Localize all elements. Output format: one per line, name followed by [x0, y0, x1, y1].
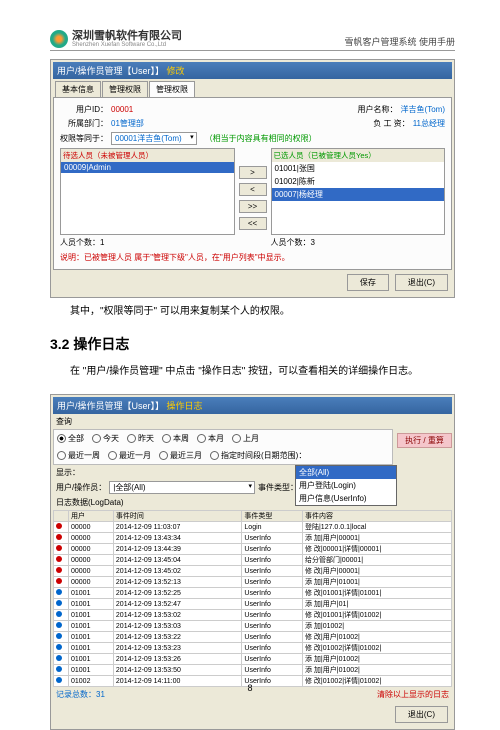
radio-lmonth[interactable]: 最近一月	[108, 450, 151, 461]
table-row[interactable]: 000002014-12-09 11:03:07Login登陆|127.0.0.…	[54, 522, 452, 533]
count-right: 人员个数：3	[271, 237, 446, 248]
radio-lastmonth[interactable]: 上月	[232, 433, 259, 444]
radio-month[interactable]: 本月	[197, 433, 224, 444]
search-label: 查询	[53, 414, 452, 429]
perm-hint: （相当于内容具有相同的权限）	[205, 133, 317, 144]
doc-title: 雪帆客户管理系统 使用手册	[344, 35, 455, 48]
perm-combo[interactable]: 00001洋吉鱼(Tom)	[111, 132, 197, 145]
paragraph-1: 其中，"权限等同于" 可以用来复制某个人的权限。	[50, 304, 455, 320]
paragraph-2: 在 "用户/操作员管理" 中点击 "操作日志" 按钮，可以查看相关的详细操作日志…	[50, 364, 455, 380]
radio-today[interactable]: 今天	[92, 433, 119, 444]
filter-panel: 全部 今天 昨天 本周 本月 上月 最近一周 最近一月 最近三月 指定时间段(日…	[53, 429, 393, 465]
table-row[interactable]: 000002014-12-09 13:52:13UserInfo添 加|用户|0…	[54, 577, 452, 588]
note-text: 说明：已被管理人员 属于"管理下级"人员，在"用户列表"中显示。	[60, 252, 445, 263]
table-row[interactable]: 010012014-12-09 13:53:02UserInfo修 改|0100…	[54, 610, 452, 621]
window-title-2: 用户/操作员管理【User】】 操作日志	[53, 397, 452, 414]
company-name-cn: 深圳雪帆软件有限公司	[72, 31, 182, 42]
user-combo[interactable]: |全部(All)	[109, 481, 255, 494]
section-title: 3.2 操作日志	[50, 334, 455, 354]
execute-button[interactable]: 执行 / 重算	[397, 433, 452, 448]
radio-yesterday[interactable]: 昨天	[127, 433, 154, 444]
move-right-button[interactable]: >	[239, 166, 267, 179]
log-table: 用户 事件时间 事件类型 事件内容 000002014-12-09 11:03:…	[53, 510, 452, 687]
save-button[interactable]: 保存	[347, 274, 389, 291]
label-user: 用户/操作员：	[56, 482, 106, 493]
label-job: 负 工 资：	[362, 118, 410, 129]
close-button[interactable]: 退出(C)	[395, 274, 448, 291]
logo-icon	[50, 30, 68, 48]
value-job: 11总经理	[413, 118, 445, 129]
move-all-left-button[interactable]: <<	[239, 217, 267, 230]
table-row[interactable]: 010012014-12-09 13:53:22UserInfo修 改|用户|0…	[54, 632, 452, 643]
label-dept: 所属部门：	[60, 118, 108, 129]
tab-basic[interactable]: 基本信息	[55, 81, 101, 97]
table-row[interactable]: 000002014-12-09 13:43:34UserInfo添 加|用户|0…	[54, 533, 452, 544]
table-row[interactable]: 000002014-12-09 13:44:39UserInfo修 改|0000…	[54, 544, 452, 555]
dropdown-item[interactable]: 全部(All)	[296, 466, 396, 479]
value-userid: 00001	[111, 105, 133, 114]
count-left: 人员个数：1	[60, 237, 235, 248]
table-row[interactable]: 010012014-12-09 13:53:23UserInfo修 改|0100…	[54, 643, 452, 654]
table-row[interactable]: 000002014-12-09 13:45:04UserInfo给分管部门|00…	[54, 555, 452, 566]
close-button-2[interactable]: 退出(C)	[395, 706, 448, 723]
col-time: 事件时间	[113, 511, 242, 522]
page-number: 8	[0, 683, 500, 693]
label-perm: 权限等同于：	[60, 133, 108, 144]
move-left-button[interactable]: <	[239, 183, 267, 196]
table-row[interactable]: 010012014-12-09 13:53:50UserInfo添 加|用户|0…	[54, 665, 452, 676]
dropdown-item[interactable]: 用户信息(UserInfo)	[296, 492, 396, 505]
col-type: 事件类型	[242, 511, 303, 522]
value-dept: 01管理部	[111, 118, 144, 129]
radio-lweek[interactable]: 最近一周	[57, 450, 100, 461]
table-row[interactable]: 010012014-12-09 13:53:03UserInfo添 加|0100…	[54, 621, 452, 632]
tab-perm2[interactable]: 管理权限	[149, 81, 195, 97]
list-item[interactable]: 01002|陈新	[272, 175, 445, 188]
tab-perm1[interactable]: 管理权限	[102, 81, 148, 97]
col-user: 用户	[69, 511, 114, 522]
table-row[interactable]: 010012014-12-09 13:52:25UserInfo修 改|0100…	[54, 588, 452, 599]
screenshot-user-edit: 用户/操作员管理【User】】 修改 基本信息 管理权限 管理权限 用户ID：0…	[50, 59, 455, 298]
selected-list[interactable]: 已选人员（已被管理人员Yes） 01001|张国 01002|陈新 00007|…	[271, 148, 446, 235]
screenshot-log: 用户/操作员管理【User】】 操作日志 查询 全部 今天 昨天 本周 本月 上…	[50, 394, 455, 730]
radio-range[interactable]: 指定时间段(日期范围)：	[210, 450, 306, 461]
col-content: 事件内容	[302, 511, 451, 522]
list-item[interactable]: 00009|Admin	[61, 162, 234, 173]
list-item[interactable]: 00007|杨经理	[272, 188, 445, 201]
company-name-en: Shenzhen Xuefan Software Co.,Ltd	[72, 42, 182, 48]
page-header: 深圳雪帆软件有限公司 Shenzhen Xuefan Software Co.,…	[50, 30, 455, 51]
window-title: 用户/操作员管理【User】】 修改	[53, 62, 452, 79]
list-item[interactable]: 01001|张国	[272, 162, 445, 175]
label-username: 用户名称：	[350, 104, 398, 115]
label-userid: 用户ID：	[60, 104, 108, 115]
dropdown-item[interactable]: 用户登陆(Login)	[296, 479, 396, 492]
table-row[interactable]: 000002014-12-09 13:45:02UserInfo修 改|用户|0…	[54, 566, 452, 577]
label-type: 事件类型：	[258, 482, 298, 493]
table-row[interactable]: 010012014-12-09 13:52:47UserInfo添 加|用户|0…	[54, 599, 452, 610]
value-username: 洋吉鱼(Tom)	[401, 104, 445, 115]
radio-all[interactable]: 全部	[57, 433, 84, 444]
type-dropdown[interactable]: 全部(All) 用户登陆(Login) 用户信息(UserInfo)	[295, 465, 397, 506]
radio-week[interactable]: 本周	[162, 433, 189, 444]
move-all-right-button[interactable]: >>	[239, 200, 267, 213]
radio-l3month[interactable]: 最近三月	[159, 450, 202, 461]
table-row[interactable]: 010012014-12-09 13:53:26UserInfo添 加|用户|0…	[54, 654, 452, 665]
available-list[interactable]: 待选人员（未被管理人员） 00009|Admin	[60, 148, 235, 235]
